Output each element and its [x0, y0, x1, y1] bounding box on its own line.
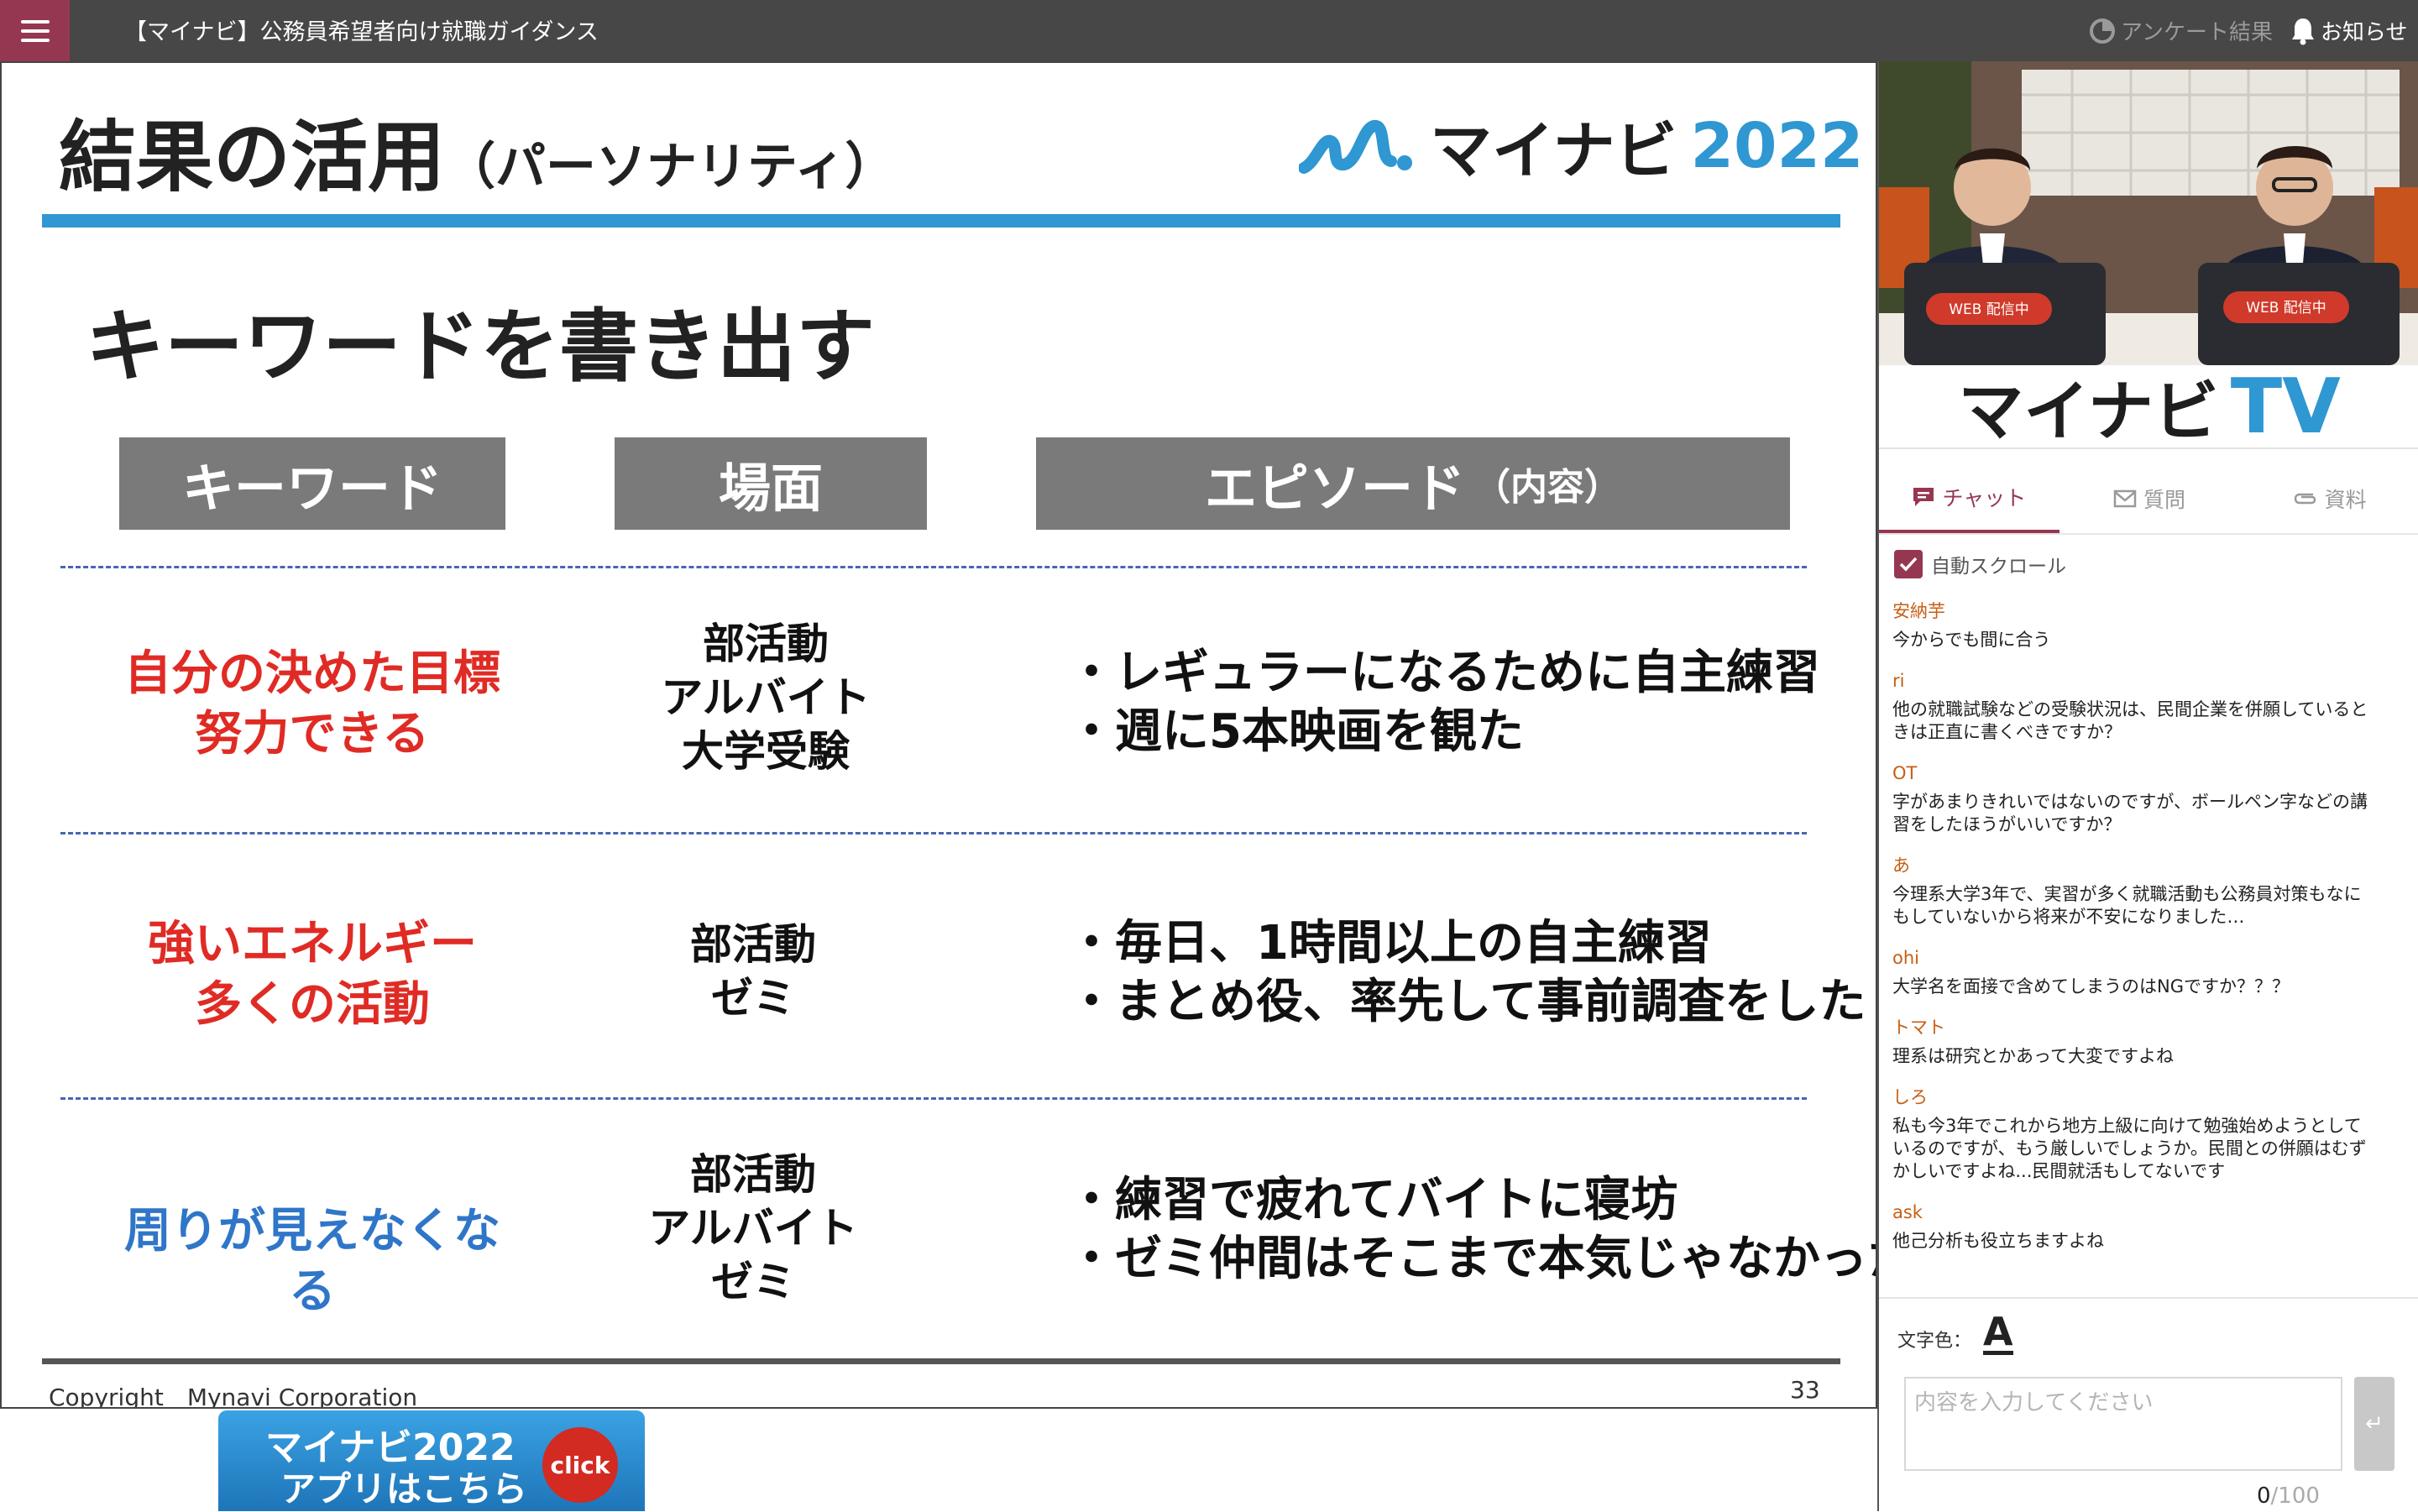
chat-message-text: 大学名を面接で含めてしまうのはNGですか？？？ [1892, 976, 2290, 997]
survey-results-button[interactable]: アンケート結果 [2089, 15, 2273, 46]
row-divider [60, 566, 1807, 568]
chat-message: OT 字があまりきれいではないのですが、ボールペン字などの講 習をしたほうがいいで… [1892, 761, 2396, 836]
scene-cell: 部活動 アルバイト ゼミ [648, 1150, 858, 1306]
header-episode: エピソード （内容） [1036, 437, 1790, 530]
menu-button[interactable] [0, 0, 70, 61]
mynavi-logo: マイナビ 2022 [1299, 101, 1864, 191]
header-scene: 場面 [615, 437, 927, 530]
slide-subtitle: キーワードを書き出す [86, 301, 876, 393]
side-panel: WEB 配信中 WEB 配信中 マイナビ TV チャット 質問 資料 自動スクロ… [1877, 61, 2418, 1511]
character-counter: 0/100 [2257, 1483, 2320, 1509]
chat-icon [1913, 488, 1934, 506]
page-number: 33 [1790, 1376, 1820, 1404]
chat-message-author: ri [1892, 671, 1905, 691]
chat-message: ohi 大学名を面接で含めてしまうのはNGですか？？？ [1892, 945, 2396, 998]
chat-message: あ今理系大学3年で、実習が多く就職活動も公務員対策もなに もしていないから将来が… [1892, 853, 2396, 929]
chat-message-author: OT [1892, 763, 1918, 783]
web-live-badge: WEB 配信中 [2246, 300, 2326, 317]
mynavi-logo-mark [1299, 119, 1412, 174]
autoscroll-toggle[interactable]: 自動スクロール [1894, 550, 2066, 578]
row-divider [60, 832, 1807, 834]
chat-message-text: 理系は研究とかあって大変ですよね [1892, 1046, 2174, 1066]
top-bar: 【マイナビ】公務員希望者向け就職ガイダンス アンケート結果 お知らせ [0, 0, 2418, 61]
episode-cell: ・レギュラーになるために自主練習 ・週に5本映画を観た [1068, 646, 1820, 759]
episode-cell: ・練習で疲れてバイトに寝坊 ・ゼミ仲間はそこまで本気じゃなかった [1068, 1173, 1877, 1286]
notice-label: お知らせ [2321, 20, 2408, 45]
app-banner-subtitle: アプリはこちら [280, 1468, 528, 1509]
slide-title-paren: （パーソナリティ） [445, 138, 896, 196]
chat-message-list[interactable]: 安納芋今からでも間に合う ri 他の就職試験などの受験状況は、民間企業を併願している… [1892, 599, 2396, 1346]
presentation-slide: 結果の活用（パーソナリティ） マイナビ 2022 キーワードを書き出す キーワー… [0, 61, 1877, 1409]
panel-tabs: チャット 質問 資料 [1879, 464, 2418, 535]
copyright-text: Copyright Mynavi Corporation [49, 1384, 418, 1409]
mail-icon [2113, 489, 2137, 508]
mynavi-tv-logo: マイナビ TV [1879, 362, 2418, 451]
web-live-badge: WEB 配信中 [1949, 301, 2029, 318]
row-divider [60, 1097, 1807, 1100]
chat-message: トマト理系は研究とかあって大変ですよね [1892, 1015, 2396, 1068]
keyword-cell: 周りが見えなくなる [124, 1204, 500, 1319]
chat-message: ri 他の就職試験などの受験状況は、民間企業を併願していると きは正直に書くべきで… [1892, 668, 2396, 744]
send-button[interactable]: ↵ [2354, 1377, 2394, 1471]
scene-cell: 部活動 ゼミ [690, 920, 816, 1023]
notice-button[interactable]: お知らせ [2290, 15, 2407, 46]
paperclip-icon [2294, 493, 2316, 505]
app-title: 【マイナビ】公務員希望者向け就職ガイダンス [124, 19, 599, 45]
header-keyword: キーワード [119, 437, 505, 530]
chat-message-text: 字があまりきれいではないのですが、ボールペン字などの講 習をしたほうがいいですか… [1892, 792, 2368, 834]
footer-divider [42, 1358, 1840, 1364]
chat-message-author: 安納芋 [1892, 601, 1945, 621]
chat-message-text: 私も今3年でこれから地方上級に向けて勉強始めようとして いるのですが、もう厳しい… [1892, 1116, 2367, 1181]
chat-input[interactable] [1904, 1377, 2342, 1471]
slide-title: 結果の活用（パーソナリティ） [59, 112, 896, 202]
tab-chat-label: チャット [1942, 486, 2027, 510]
video-frame: WEB 配信中 WEB 配信中 [1879, 61, 2418, 365]
checkmark-icon [1899, 557, 1918, 572]
chat-message-author: トマト [1892, 1018, 1945, 1038]
scene-cell: 部活動 アルバイト 大学受験 [661, 620, 871, 776]
app-download-banner[interactable]: マイナビ2022 アプリはこちら click [218, 1410, 645, 1511]
logo-year: 2022 [1690, 109, 1864, 182]
chat-message-text: 今からでも間に合う [1892, 630, 2051, 650]
chat-message-author: ohi [1892, 948, 1919, 968]
chat-message: しろ私も今3年でこれから地方上級に向けて勉強始めようとして いるのですが、もう厳… [1892, 1085, 2396, 1183]
chat-message-author: しろ [1892, 1087, 1928, 1107]
font-color-icon[interactable]: A [1983, 1312, 2013, 1355]
chat-message-text: 他己分析も役立ちますよね [1892, 1231, 2104, 1251]
font-color-label: 文字色： [1897, 1331, 1972, 1352]
keyword-cell: 自分の決めた目標 努力できる [124, 646, 500, 761]
chat-message-text: 今理系大学3年で、実習が多く就職活動も公務員対策もなに もしていないから将来が不… [1892, 884, 2362, 927]
tv-logo-brand: マイナビ [1958, 374, 2219, 450]
chat-message-author: あ [1892, 855, 1910, 876]
tab-questions-label: 質問 [2143, 488, 2186, 512]
click-badge[interactable]: click [542, 1427, 618, 1503]
chat-compose: 文字色： A ↵ 0/100 [1879, 1297, 2418, 1511]
chat-message: ask 他己分析も役立ちますよね [1892, 1200, 2396, 1253]
tab-materials-label: 資料 [2324, 488, 2367, 512]
live-video[interactable]: WEB 配信中 WEB 配信中 [1879, 61, 2418, 365]
chat-message-text: 他の就職試験などの受験状況は、民間企業を併願していると きは正直に書くべきですか… [1892, 699, 2368, 742]
autoscroll-label: 自動スクロール [1931, 556, 2066, 578]
bell-icon [2292, 18, 2314, 44]
tab-materials[interactable]: 資料 [2239, 464, 2418, 533]
pie-chart-icon [2090, 18, 2115, 44]
episode-cell: ・毎日、1時間以上の自主練習 ・まとめ役、率先して事前調査をした [1068, 916, 1866, 1029]
autoscroll-checkbox[interactable] [1894, 550, 1923, 578]
logo-brand: マイナビ [1430, 115, 1677, 187]
chat-message-author: ask [1892, 1202, 1923, 1222]
tab-chat[interactable]: チャット [1879, 464, 2059, 533]
tab-questions[interactable]: 質問 [2059, 464, 2240, 533]
title-divider [42, 214, 1840, 228]
tv-logo-letters: TV [2230, 362, 2341, 451]
survey-results-label: アンケート結果 [2121, 20, 2273, 45]
chat-message: 安納芋今からでも間に合う [1892, 599, 2396, 651]
hamburger-icon [20, 19, 50, 24]
keyword-cell: 強いエネルギー 多くの活動 [148, 917, 477, 1032]
